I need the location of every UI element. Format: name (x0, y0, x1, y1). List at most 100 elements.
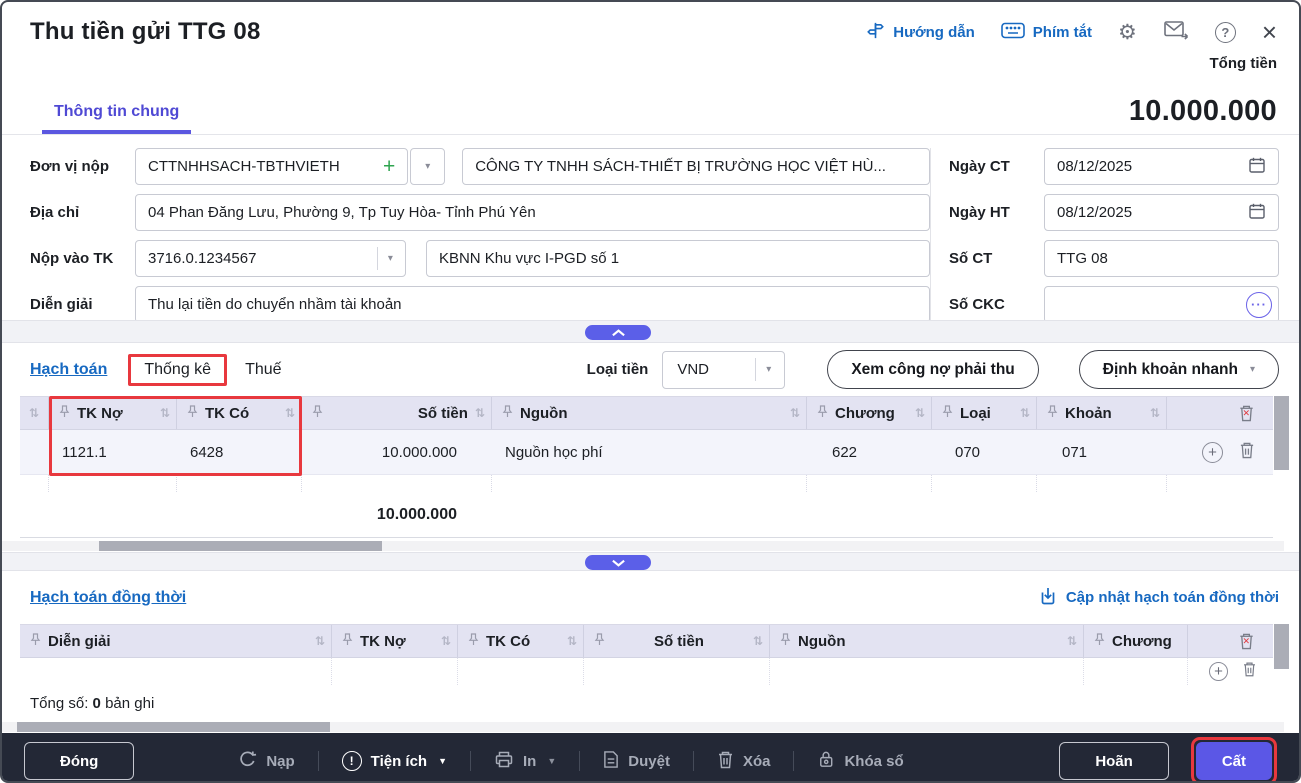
grid-horizontal-scrollbar[interactable] (2, 722, 1299, 732)
column-header-nguon[interactable]: Nguồn ⇅ (492, 397, 807, 429)
doc-no-input[interactable]: TTG 08 (1044, 240, 1279, 277)
close-icon[interactable]: × (1262, 22, 1277, 43)
column-header-tk-no[interactable]: TK Nợ ⇅ (49, 397, 177, 429)
cell-nguon[interactable]: Nguồn học phí (492, 430, 807, 474)
pin-icon[interactable] (59, 405, 70, 422)
grid-horizontal-scrollbar[interactable] (2, 541, 1299, 551)
cell-khoan[interactable]: 071 (1037, 430, 1167, 474)
deposit-account-select[interactable]: 3716.0.1234567 ▾ (135, 240, 406, 277)
doc-date-input[interactable]: 08/12/2025 (1044, 148, 1279, 185)
guide-link[interactable]: Hướng dẫn (866, 21, 975, 44)
delete-row-icon[interactable] (1239, 441, 1255, 463)
column-header-chuong[interactable]: Chương (1084, 625, 1188, 657)
ckc-no-input[interactable]: ··· (1044, 286, 1279, 323)
payer-code-input[interactable]: CTTNHHSACH-TBTHVIETH + (135, 148, 408, 185)
column-header-chuong[interactable]: Chương ⇅ (807, 397, 932, 429)
column-header-so-tien[interactable]: Số tiền ⇅ (302, 397, 492, 429)
sort-icon[interactable]: ⇅ (1020, 406, 1030, 420)
delete-button[interactable]: Xóa (717, 750, 771, 773)
sort-icon[interactable]: ⇅ (567, 634, 577, 648)
column-header-tk-co[interactable]: TK Có ⇅ (177, 397, 302, 429)
cell-loai[interactable]: 070 (932, 430, 1037, 474)
pin-icon[interactable] (342, 633, 353, 650)
pin-icon[interactable] (468, 633, 479, 650)
payer-name-input[interactable]: CÔNG TY TNHH SÁCH-THIẾT BỊ TRƯỜNG HỌC VI… (462, 148, 930, 185)
deposit-account-label: Nộp vào TK (30, 250, 135, 267)
add-row-icon[interactable]: + (1202, 442, 1223, 463)
simultaneous-title-link[interactable]: Hạch toán đồng thời (30, 589, 186, 607)
sort-icon[interactable]: ⇅ (285, 406, 295, 420)
column-header-khoan[interactable]: Khoản ⇅ (1037, 397, 1167, 429)
pin-icon[interactable] (817, 405, 828, 422)
pin-icon[interactable] (502, 405, 513, 422)
bank-name-input[interactable]: KBNN Khu vực I-PGD số 1 (426, 240, 930, 277)
postpone-button[interactable]: Hoãn (1059, 742, 1169, 780)
column-header-nguon[interactable]: Nguồn ⇅ (770, 625, 1084, 657)
update-simultaneous-link[interactable]: Cập nhật hạch toán đồng thời (1039, 586, 1279, 610)
help-icon[interactable]: ? (1215, 22, 1236, 43)
posting-date-input[interactable]: 08/12/2025 (1044, 194, 1279, 231)
lock-button[interactable]: Khóa sổ (817, 750, 903, 773)
delete-row-icon[interactable] (1242, 661, 1257, 682)
address-input[interactable]: 04 Phan Đăng Lưu, Phường 9, Tp Tuy Hòa- … (135, 194, 930, 231)
pin-icon[interactable] (942, 405, 953, 422)
column-header-tk-no[interactable]: TK Nợ ⇅ (332, 625, 458, 657)
cell-tk-co[interactable]: 6428 (177, 430, 302, 474)
ellipsis-icon[interactable]: ··· (1246, 292, 1272, 318)
sort-icon[interactable]: ⇅ (441, 634, 451, 648)
calendar-icon[interactable] (1248, 156, 1266, 178)
delete-all-icon[interactable]: ✕ (1238, 632, 1255, 650)
close-button[interactable]: Đóng (24, 742, 134, 780)
shortcut-link[interactable]: Phím tắt (1001, 22, 1092, 43)
add-payer-icon[interactable]: + (383, 156, 395, 177)
sort-icon[interactable]: ⇅ (790, 406, 800, 420)
quick-entry-button[interactable]: Định khoản nhanh ▾ (1079, 350, 1279, 389)
sort-icon[interactable]: ⇅ (753, 634, 763, 648)
cell-so-tien[interactable]: 10.000.000 (302, 430, 492, 474)
expand-detail-button[interactable] (585, 555, 651, 570)
pin-icon[interactable] (1047, 405, 1058, 422)
mail-icon[interactable] (1163, 19, 1189, 45)
gear-icon[interactable]: ⚙ (1118, 22, 1137, 43)
utilities-button[interactable]: ! Tiện ích ▼ (342, 751, 447, 771)
tab-thong-tin-chung[interactable]: Thông tin chung (42, 103, 191, 134)
sort-icon[interactable]: ⇅ (1150, 406, 1160, 420)
sort-icon[interactable]: ⇅ (1067, 634, 1077, 648)
currency-select[interactable]: VND ▾ (662, 351, 785, 389)
column-header-loai[interactable]: Loại ⇅ (932, 397, 1037, 429)
column-header-dien-giai[interactable]: Diễn giải ⇅ (20, 625, 332, 657)
delete-all-icon[interactable]: ✕ (1238, 404, 1255, 422)
grid-vertical-scrollbar[interactable] (1274, 396, 1289, 470)
payer-dropdown-button[interactable]: ▾ (410, 148, 445, 185)
approve-button[interactable]: Duyệt (603, 750, 670, 773)
pin-icon[interactable] (312, 405, 323, 422)
reload-button[interactable]: Nạp (238, 750, 294, 773)
sort-icon[interactable]: ⇅ (160, 406, 170, 420)
print-button[interactable]: In ▼ (494, 750, 556, 773)
save-button[interactable]: Cất (1196, 742, 1272, 780)
sort-icon[interactable]: ⇅ (915, 406, 925, 420)
view-receivables-button[interactable]: Xem công nợ phải thu (827, 350, 1038, 389)
sort-icon[interactable]: ⇅ (475, 406, 485, 420)
pin-icon[interactable] (30, 633, 41, 650)
pin-icon[interactable] (594, 633, 605, 650)
row-selector-column[interactable]: ⇅ (20, 397, 49, 429)
scrollbar-thumb[interactable] (17, 722, 330, 732)
add-row-icon[interactable]: + (1209, 662, 1228, 681)
tab-thue[interactable]: Thuế (245, 361, 281, 379)
pin-icon[interactable] (780, 633, 791, 650)
pin-icon[interactable] (1094, 633, 1105, 650)
cell-tk-no[interactable]: 1121.1 (49, 430, 177, 474)
calendar-icon[interactable] (1248, 202, 1266, 224)
sort-icon[interactable]: ⇅ (315, 634, 325, 648)
cell-chuong[interactable]: 622 (807, 430, 932, 474)
column-header-so-tien[interactable]: Số tiền ⇅ (584, 625, 770, 657)
tab-hach-toan[interactable]: Hạch toán (30, 361, 107, 379)
description-input[interactable]: Thu lại tiền do chuyển nhầm tài khoản (135, 286, 930, 323)
pin-icon[interactable] (187, 405, 198, 422)
collapse-header-button[interactable] (585, 325, 651, 340)
grid-vertical-scrollbar[interactable] (1274, 624, 1289, 669)
column-header-tk-co[interactable]: TK Có ⇅ (458, 625, 584, 657)
tab-thong-ke[interactable]: Thống kê (128, 354, 227, 386)
scrollbar-thumb[interactable] (99, 541, 382, 551)
